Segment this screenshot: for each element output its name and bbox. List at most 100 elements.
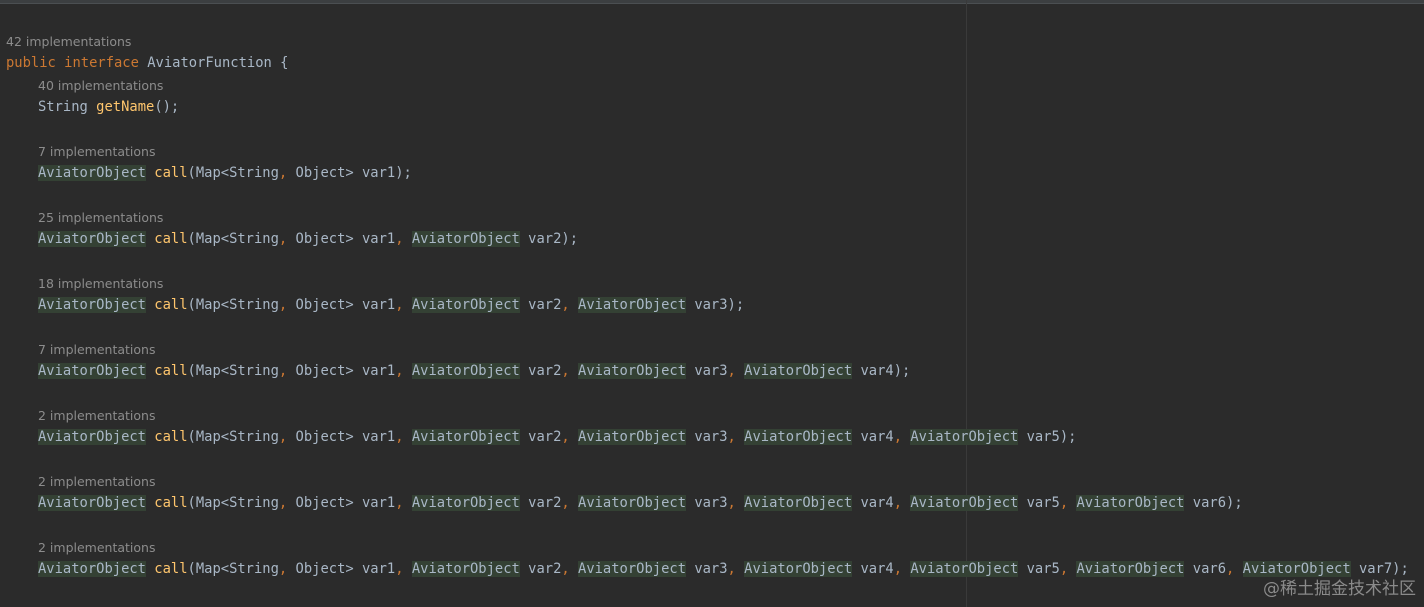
param-type: AviatorObject <box>578 429 686 445</box>
comma: , <box>395 363 404 379</box>
close-paren: ); <box>395 165 412 181</box>
map-type: Map<String <box>195 297 279 313</box>
comma: , <box>561 495 570 511</box>
comma: , <box>893 561 903 577</box>
close-paren: ); <box>893 363 911 379</box>
object-type: Object> <box>287 231 354 247</box>
method-name: call <box>154 297 188 313</box>
method-name: call <box>154 495 188 511</box>
method-call: AviatorObject call(Map<String, Object> v… <box>38 229 578 249</box>
return-type: AviatorObject <box>38 429 146 445</box>
param-type: AviatorObject <box>910 495 1019 511</box>
open-brace: { <box>280 55 289 71</box>
param-name: var1 <box>353 231 396 247</box>
comma: , <box>727 429 736 445</box>
param-name: var4 <box>860 363 894 379</box>
comma: , <box>727 363 736 379</box>
return-type: AviatorObject <box>38 363 146 379</box>
method-call: AviatorObject call(Map<String, Object> v… <box>38 493 1243 513</box>
map-type: Map<String <box>195 165 279 181</box>
comma: , <box>278 363 288 379</box>
param-name: var5 <box>1026 429 1060 445</box>
map-type: Map<String <box>195 495 279 511</box>
comma: , <box>727 495 736 511</box>
param-name: var1 <box>353 561 396 577</box>
param-type: AviatorObject <box>411 429 520 445</box>
param-name: var1 <box>353 165 396 181</box>
param-type: AviatorObject <box>910 561 1019 577</box>
param-type: AviatorObject <box>578 297 686 313</box>
param-name: var2 <box>528 297 562 313</box>
close-paren: ); <box>1059 429 1077 445</box>
param-type: AviatorObject <box>744 363 853 379</box>
comma: , <box>395 231 404 247</box>
comma: , <box>561 297 570 313</box>
implementations-hint[interactable]: 42 implementations <box>6 34 131 50</box>
implementations-hint[interactable]: 7 implementations <box>38 342 155 358</box>
comma: , <box>278 297 288 313</box>
object-type: Object> <box>287 561 354 577</box>
param-name: var5 <box>1026 561 1060 577</box>
editor-top-border <box>0 0 1424 4</box>
open-paren: ( <box>187 363 196 379</box>
method-tail: (); <box>154 99 180 115</box>
close-paren: ); <box>1226 495 1243 511</box>
object-type: Object> <box>287 297 354 313</box>
close-paren: ); <box>727 297 745 313</box>
right-margin-guide <box>966 0 967 607</box>
param-name: var3 <box>694 495 728 511</box>
implementations-hint[interactable]: 2 implementations <box>38 408 155 424</box>
comma: , <box>1059 561 1069 577</box>
map-type: Map<String <box>195 363 279 379</box>
param-type: AviatorObject <box>744 429 853 445</box>
param-name: var5 <box>1026 495 1060 511</box>
param-type: AviatorObject <box>910 429 1019 445</box>
implementations-hint[interactable]: 2 implementations <box>38 540 155 556</box>
param-type: AviatorObject <box>411 297 520 313</box>
interface-declaration: public interface AviatorFunction { <box>6 53 288 73</box>
implementations-hint[interactable]: 2 implementations <box>38 474 155 490</box>
param-name: var3 <box>694 363 728 379</box>
map-type: Map<String <box>195 429 279 445</box>
close-paren: ); <box>561 231 579 247</box>
code-editor[interactable]: 42 implementations public interface Avia… <box>0 0 1424 607</box>
method-call: AviatorObject call(Map<String, Object> v… <box>38 361 910 381</box>
comma: , <box>395 429 404 445</box>
comma: , <box>395 561 404 577</box>
param-name: var1 <box>353 363 396 379</box>
map-type: Map<String <box>195 231 279 247</box>
param-type: AviatorObject <box>578 561 686 577</box>
return-type: AviatorObject <box>38 231 146 247</box>
method-name: call <box>154 429 188 445</box>
object-type: Object> <box>287 495 354 511</box>
comma: , <box>1059 495 1069 511</box>
comma: , <box>561 429 570 445</box>
method-getname: String getName(); <box>38 97 179 117</box>
comma: , <box>561 363 570 379</box>
param-type: AviatorObject <box>744 495 853 511</box>
open-paren: ( <box>187 231 196 247</box>
param-name: var4 <box>860 429 894 445</box>
param-name: var3 <box>694 429 728 445</box>
method-call: AviatorObject call(Map<String, Object> v… <box>38 295 744 315</box>
map-type: Map<String <box>195 561 279 577</box>
implementations-hint[interactable]: 40 implementations <box>38 78 163 94</box>
method-name: call <box>154 231 188 247</box>
param-name: var3 <box>694 561 728 577</box>
comma: , <box>1226 561 1235 577</box>
return-type: AviatorObject <box>38 165 146 181</box>
implementations-hint[interactable]: 7 implementations <box>38 144 155 160</box>
implementations-hint[interactable]: 25 implementations <box>38 210 163 226</box>
implementations-hint[interactable]: 18 implementations <box>38 276 163 292</box>
object-type: Object> <box>287 429 354 445</box>
comma: , <box>278 429 288 445</box>
comma: , <box>278 561 288 577</box>
open-paren: ( <box>187 561 196 577</box>
open-paren: ( <box>187 495 196 511</box>
comma: , <box>395 297 404 313</box>
param-type: AviatorObject <box>744 561 853 577</box>
param-name: var4 <box>860 561 894 577</box>
object-type: Object> <box>287 165 354 181</box>
param-name: var4 <box>860 495 894 511</box>
interface-name: AviatorFunction <box>147 55 272 71</box>
